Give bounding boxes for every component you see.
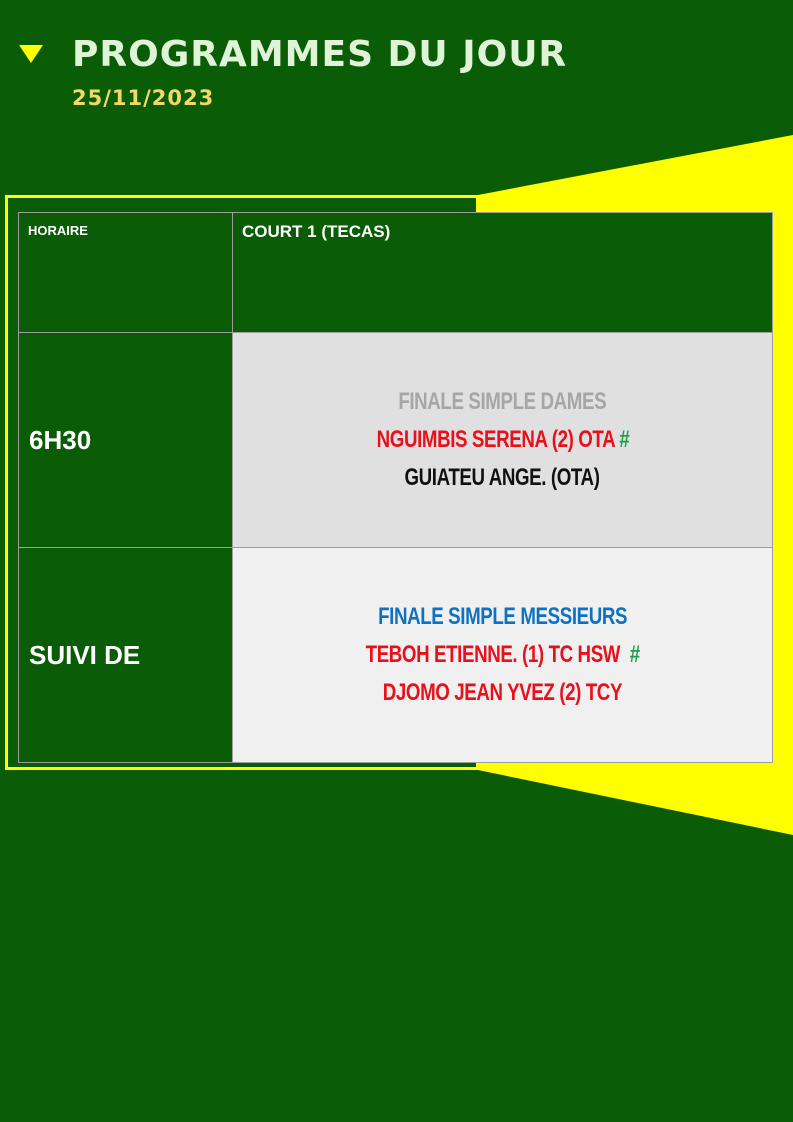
match-cell: FINALE SIMPLE DAMES NGUIMBIS SERENA (2) … [232,332,773,548]
table-row: SUIVI DE FINALE SIMPLE MESSIEURS TEBOH E… [18,547,773,763]
event-title: FINALE SIMPLE MESSIEURS [378,603,627,630]
header-horaire: HORAIRE [18,212,233,333]
player-2: GUIATEU ANGE. (OTA) [404,464,601,491]
player-1: NGUIMBIS SERENA (2) OTA [376,426,615,453]
winner-mark: # [629,641,640,668]
schedule-table: HORAIRE COURT 1 (TECAS) 6H30 FINALE SIMP… [18,212,773,763]
time-cell: SUIVI DE [18,547,233,763]
player-2: DJOMO JEAN YVEZ (2) TCY [382,679,623,706]
time-cell: 6H30 [18,332,233,548]
match-cell: FINALE SIMPLE MESSIEURS TEBOH ETIENNE. (… [232,547,773,763]
player-1: TEBOH ETIENNE. (1) TC HSW [365,641,620,668]
table-row: 6H30 FINALE SIMPLE DAMES NGUIMBIS SERENA… [18,332,773,548]
event-title: FINALE SIMPLE DAMES [398,388,607,415]
header-court: COURT 1 (TECAS) [232,212,773,333]
winner-mark: # [618,426,629,453]
